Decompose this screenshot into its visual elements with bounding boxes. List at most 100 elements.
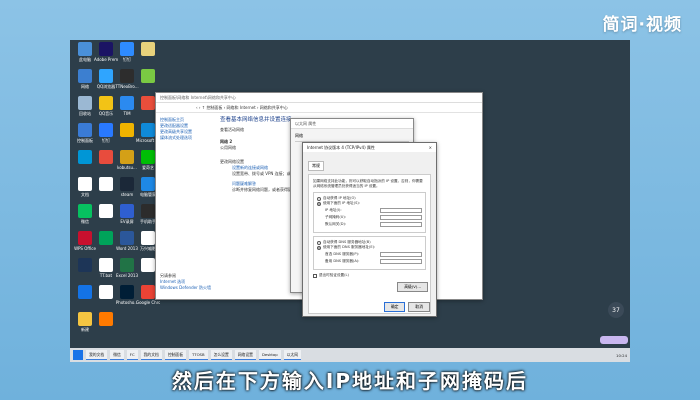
- dialog-body: 如果网络支持此功能，则可以获取自动指派的 IP 设置。否则，你需要从网络系统管理…: [308, 174, 431, 314]
- app-icon: [141, 123, 155, 137]
- dns1-input[interactable]: [380, 252, 422, 257]
- dns2-row: 备用 DNS 服务器(A):: [325, 259, 422, 264]
- ip-group: 自动获得 IP 地址(O) 使用下面的 IP 地址(S): IP 地址(I): …: [313, 192, 426, 233]
- desktop-icon-label: 文档: [81, 192, 89, 197]
- desktop-icon[interactable]: [94, 312, 118, 327]
- cancel-button[interactable]: 取消: [408, 302, 430, 312]
- taskbar-item[interactable]: 以太网: [283, 350, 302, 360]
- app-icon: [78, 69, 92, 83]
- close-icon[interactable]: ×: [429, 145, 432, 150]
- app-icon: [99, 42, 113, 56]
- pen-widget[interactable]: [600, 336, 628, 344]
- sidebar-item-media[interactable]: 媒体流式处理选项: [160, 135, 216, 141]
- app-icon: [120, 123, 134, 137]
- dns-group: 自动获得 DNS 服务器地址(B) 使用下面的 DNS 服务器地址(E): 首选…: [313, 236, 426, 270]
- link-firewall[interactable]: Windows Defender 防火墙: [160, 285, 211, 291]
- video-subtitle: 然后在下方输入IP地址和子网掩码后: [171, 369, 529, 393]
- app-icon: [99, 123, 113, 137]
- advanced-button[interactable]: 高级(V)...: [397, 282, 428, 292]
- dns2-input[interactable]: [380, 259, 422, 264]
- app-icon: [99, 258, 113, 272]
- taskbar-item[interactable]: 网络设置: [234, 350, 256, 360]
- app-icon: [141, 177, 155, 191]
- gateway-input[interactable]: [380, 222, 422, 227]
- app-icon: [78, 96, 92, 110]
- app-icon: [78, 123, 92, 137]
- app-icon: [78, 285, 92, 299]
- taskbar-item[interactable]: 我的文档: [86, 350, 108, 360]
- see-also: 另请参阅 Internet 选项 Windows Defender 防火墙: [160, 273, 211, 291]
- desktop-icon-label: Excel 2013: [115, 273, 139, 278]
- desktop-screen: 此电脑Adobe Premi...钉钉网络QQ浏览器TTNeoBro...回收站…: [70, 40, 630, 362]
- app-icon: [99, 312, 113, 326]
- control-panel-sidebar: 控制面板主页 更改适配器设置 更改高级共享设置 媒体流式处理选项: [160, 117, 216, 141]
- taskbar-item[interactable]: 怎么设置: [210, 350, 232, 360]
- desktop-icon-label: 钉钉: [123, 57, 131, 62]
- app-icon: [120, 96, 134, 110]
- subnet-mask-row: 子网掩码(U):: [325, 215, 422, 220]
- app-icon: [120, 150, 134, 164]
- desktop-icon[interactable]: [136, 69, 160, 84]
- app-icon: [99, 177, 113, 191]
- app-icon: [120, 42, 134, 56]
- ip-address-row: IP 地址(I):: [325, 208, 422, 213]
- desktop-icon-label: 微信: [81, 219, 89, 224]
- radio-manual-dns[interactable]: 使用下面的 DNS 服务器地址(E):: [317, 245, 422, 250]
- app-icon: [99, 231, 113, 245]
- desktop-icon-label: 钉钉: [102, 138, 110, 143]
- app-icon: [99, 204, 113, 218]
- address-bar[interactable]: ‹ › ↑ 控制面板 › 网络和 Internet › 网络和共享中心: [156, 103, 482, 113]
- taskbar-item[interactable]: FC: [126, 350, 138, 360]
- desktop-icon-label: Google Chrome: [136, 300, 160, 305]
- app-icon: [141, 258, 155, 272]
- validate-checkbox[interactable]: 退出时验证设置(L): [313, 273, 426, 278]
- app-icon: [99, 96, 113, 110]
- taskbar-item[interactable]: 微信: [110, 350, 124, 360]
- app-icon: [141, 69, 155, 83]
- channel-logo: 简词·视频: [602, 15, 682, 35]
- app-icon: [120, 258, 134, 272]
- tab-network[interactable]: 网络: [295, 133, 409, 142]
- app-icon: [120, 231, 134, 245]
- app-icon: [141, 285, 155, 299]
- app-icon: [78, 177, 92, 191]
- app-icon: [141, 42, 155, 56]
- app-icon: [120, 204, 134, 218]
- windows-start-icon[interactable]: [73, 350, 83, 360]
- ip-address-input[interactable]: [380, 208, 422, 213]
- app-icon: [99, 69, 113, 83]
- dialog-buttons: 确定 取消: [383, 302, 430, 312]
- radio-manual-ip[interactable]: 使用下面的 IP 地址(S):: [317, 201, 422, 206]
- app-icon: [78, 42, 92, 56]
- desktop-icon[interactable]: [136, 42, 160, 57]
- app-icon: [99, 285, 113, 299]
- app-icon: [120, 69, 134, 83]
- ipv4-properties-dialog[interactable]: Internet 协议版本 4 (TCP/IPv4) 属性 × 常规 如果网络支…: [302, 142, 437, 317]
- app-icon: [78, 150, 92, 164]
- app-icon: [99, 150, 113, 164]
- app-icon: [120, 285, 134, 299]
- app-icon: [78, 204, 92, 218]
- desktop-icon-grid: 此电脑Adobe Premi...钉钉网络QQ浏览器TTNeoBro...回收站…: [70, 40, 160, 348]
- taskbar-item[interactable]: TTOSB: [189, 350, 208, 360]
- taskbar-item[interactable]: Desktop: [258, 350, 281, 360]
- speed-badge[interactable]: 37: [608, 302, 624, 318]
- desktop-icon-label: 新建: [81, 327, 89, 332]
- dialog-title: Internet 协议版本 4 (TCP/IPv4) 属性: [307, 145, 375, 150]
- taskbar-tasks: 我的文档 微信 FC 我的文档 控制面板 TTOSB 怎么设置 网络设置 Desktop 以太网: [86, 350, 302, 360]
- subnet-mask-input[interactable]: [380, 215, 422, 220]
- app-icon: [141, 96, 155, 110]
- dialog-description: 如果网络支持此功能，则可以获取自动指派的 IP 设置。否则，你需要从网络系统管理…: [313, 179, 423, 188]
- taskbar-item[interactable]: 控制面板: [164, 350, 186, 360]
- app-icon: [78, 312, 92, 326]
- taskbar: 我的文档 微信 FC 我的文档 控制面板 TTOSB 怎么设置 网络设置 Desktop 以太网 …: [70, 348, 630, 362]
- dialog-title-bar: Internet 协议版本 4 (TCP/IPv4) 属性 ×: [303, 143, 436, 152]
- gateway-row: 默认网关(D):: [325, 222, 422, 227]
- taskbar-item[interactable]: 我的文档: [140, 350, 162, 360]
- app-icon: [78, 258, 92, 272]
- tab-general[interactable]: 常规: [308, 161, 324, 171]
- window-title: 以太网 属性: [291, 119, 413, 129]
- app-icon: [120, 177, 134, 191]
- desktop-icon-label: WPS Office: [74, 246, 96, 251]
- ok-button[interactable]: 确定: [383, 302, 406, 312]
